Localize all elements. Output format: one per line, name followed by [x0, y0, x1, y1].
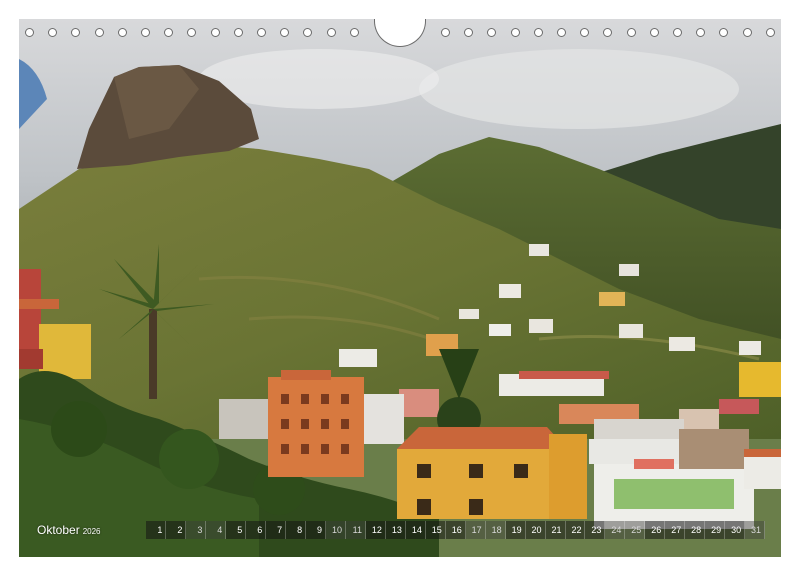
day-cell: 1	[146, 521, 167, 539]
month-label: Oktober 2026	[37, 523, 101, 537]
day-number: 10	[332, 525, 343, 535]
day-cell: 13	[385, 521, 406, 539]
day-number: 14	[411, 525, 422, 535]
day-number: 27	[671, 525, 682, 535]
day-number: 18	[491, 525, 502, 535]
day-cell: 25	[625, 521, 646, 539]
day-number: 13	[391, 525, 402, 535]
day-number: 16	[451, 525, 462, 535]
day-cell: 29	[705, 521, 726, 539]
day-number: 26	[651, 525, 662, 535]
day-cell: 15	[425, 521, 446, 539]
day-number: 2	[177, 525, 183, 535]
palm-trunk	[149, 309, 157, 399]
day-number: 25	[631, 525, 642, 535]
year-label: 2026	[82, 527, 101, 536]
day-cell: 8	[286, 521, 307, 539]
day-number: 1	[157, 525, 163, 535]
day-cell: 5	[226, 521, 247, 539]
day-cell: 12	[365, 521, 386, 539]
day-cell: 19	[505, 521, 526, 539]
day-cell: 24	[605, 521, 626, 539]
day-cell: 4	[206, 521, 227, 539]
day-number: 4	[217, 525, 223, 535]
day-cell: 6	[246, 521, 267, 539]
day-number: 6	[257, 525, 263, 535]
day-cell: 3	[186, 521, 207, 539]
orange-building	[268, 370, 364, 477]
day-cell: 14	[405, 521, 426, 539]
day-number: 3	[197, 525, 203, 535]
day-cell: 21	[545, 521, 566, 539]
day-number: 21	[551, 525, 562, 535]
day-number: 19	[511, 525, 522, 535]
day-cell: 18	[485, 521, 506, 539]
day-number: 7	[277, 525, 283, 535]
day-cell: 17	[465, 521, 486, 539]
day-strip: 1 2 3 4 5 6 7 8 9 10 11 12 13 14 15 16 17 18 19 20 21 22 23 24 2…	[146, 521, 766, 539]
day-number: 30	[731, 525, 742, 535]
calendar-page: Oktober 2026 1 2 3 4 5 6 7 8 9 10 11 12 13 14 15 16 17 18 1…	[19, 19, 781, 557]
day-cell: 2	[166, 521, 187, 539]
yellow-building	[397, 427, 587, 519]
day-cell: 27	[665, 521, 686, 539]
day-number: 17	[471, 525, 482, 535]
day-number: 31	[751, 525, 762, 535]
day-cell: 11	[346, 521, 366, 539]
day-cell: 30	[725, 521, 746, 539]
day-cell: 20	[525, 521, 546, 539]
day-number: 22	[571, 525, 582, 535]
day-cell: 10	[326, 521, 347, 539]
day-number: 9	[317, 525, 323, 535]
day-number: 24	[611, 525, 622, 535]
day-cell: 23	[585, 521, 606, 539]
day-number: 8	[297, 525, 303, 535]
day-number: 15	[431, 525, 442, 535]
landscape-photo	[19, 19, 781, 557]
day-cell: 26	[645, 521, 666, 539]
day-cell: 16	[445, 521, 466, 539]
day-number: 29	[711, 525, 722, 535]
day-cell: 31	[745, 521, 766, 539]
day-number: 20	[531, 525, 542, 535]
day-number: 11	[352, 525, 362, 535]
day-number: 12	[371, 525, 382, 535]
day-cell: 9	[306, 521, 327, 539]
calendar-bar: Oktober 2026 1 2 3 4 5 6 7 8 9 10 11 12 13 14 15 16 17 18 1…	[37, 520, 766, 540]
day-number: 28	[691, 525, 702, 535]
day-cell: 7	[266, 521, 287, 539]
day-cell: 22	[565, 521, 586, 539]
day-cell: 28	[685, 521, 706, 539]
day-number: 23	[591, 525, 602, 535]
day-number: 5	[237, 525, 243, 535]
